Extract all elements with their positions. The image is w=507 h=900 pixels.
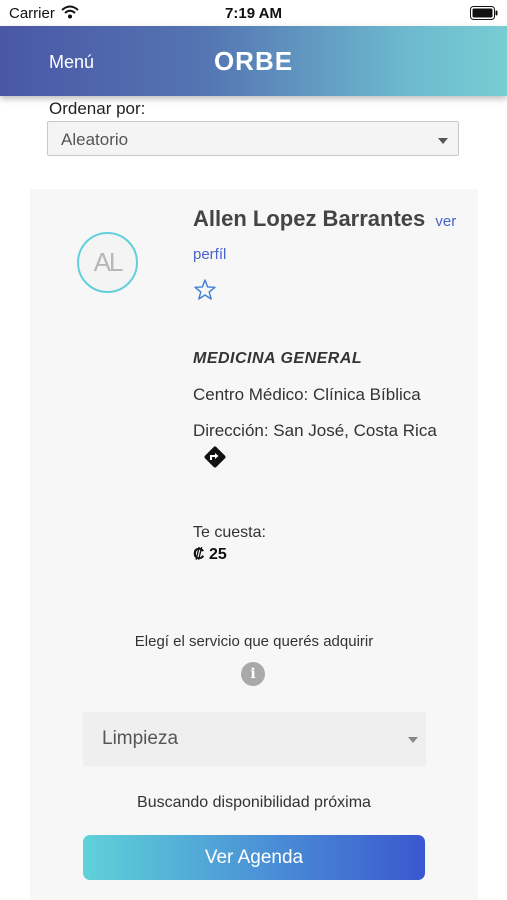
app-title: ORBE [213, 46, 294, 76]
sort-selected-value: Aleatorio [61, 130, 129, 149]
directions-icon[interactable] [202, 444, 228, 475]
service-select[interactable]: Limpieza [83, 712, 426, 766]
status-bar: Carrier 7:19 AM [0, 0, 507, 26]
cost-label: Te cuesta: [193, 524, 266, 541]
chevron-down-icon [438, 138, 448, 144]
avatar: AL [77, 232, 138, 293]
specialty-label: MEDICINA GENERAL [193, 350, 363, 367]
star-outline-icon[interactable] [193, 278, 217, 307]
doctor-name: Allen Lopez Barrantes [193, 206, 426, 231]
sort-label: Ordenar por: [49, 99, 146, 118]
battery-icon [470, 6, 498, 25]
service-selected-value: Limpieza [102, 728, 179, 749]
cost-value: ₡ 25 [193, 546, 227, 563]
chevron-down-icon [408, 737, 418, 743]
availability-status: Buscando disponibilidad próxima [137, 794, 371, 811]
address: Dirección: San José, Costa Rica [193, 421, 437, 440]
doctor-card: AL Allen Lopez Barrantes ver perfíl MEDI… [30, 189, 478, 900]
clock: 7:19 AM [225, 5, 282, 22]
sort-select[interactable]: Aleatorio [47, 121, 459, 156]
service-prompt: Elegí el servicio que querés adquirir [134, 633, 374, 650]
view-agenda-button[interactable]: Ver Agenda [83, 835, 425, 880]
info-icon[interactable]: i [241, 662, 265, 686]
medical-center: Centro Médico: Clínica Bíblica [193, 385, 421, 404]
app-header: Menú ORBE [0, 26, 507, 96]
doctor-name-block: Allen Lopez Barrantes ver perfíl [193, 204, 463, 270]
